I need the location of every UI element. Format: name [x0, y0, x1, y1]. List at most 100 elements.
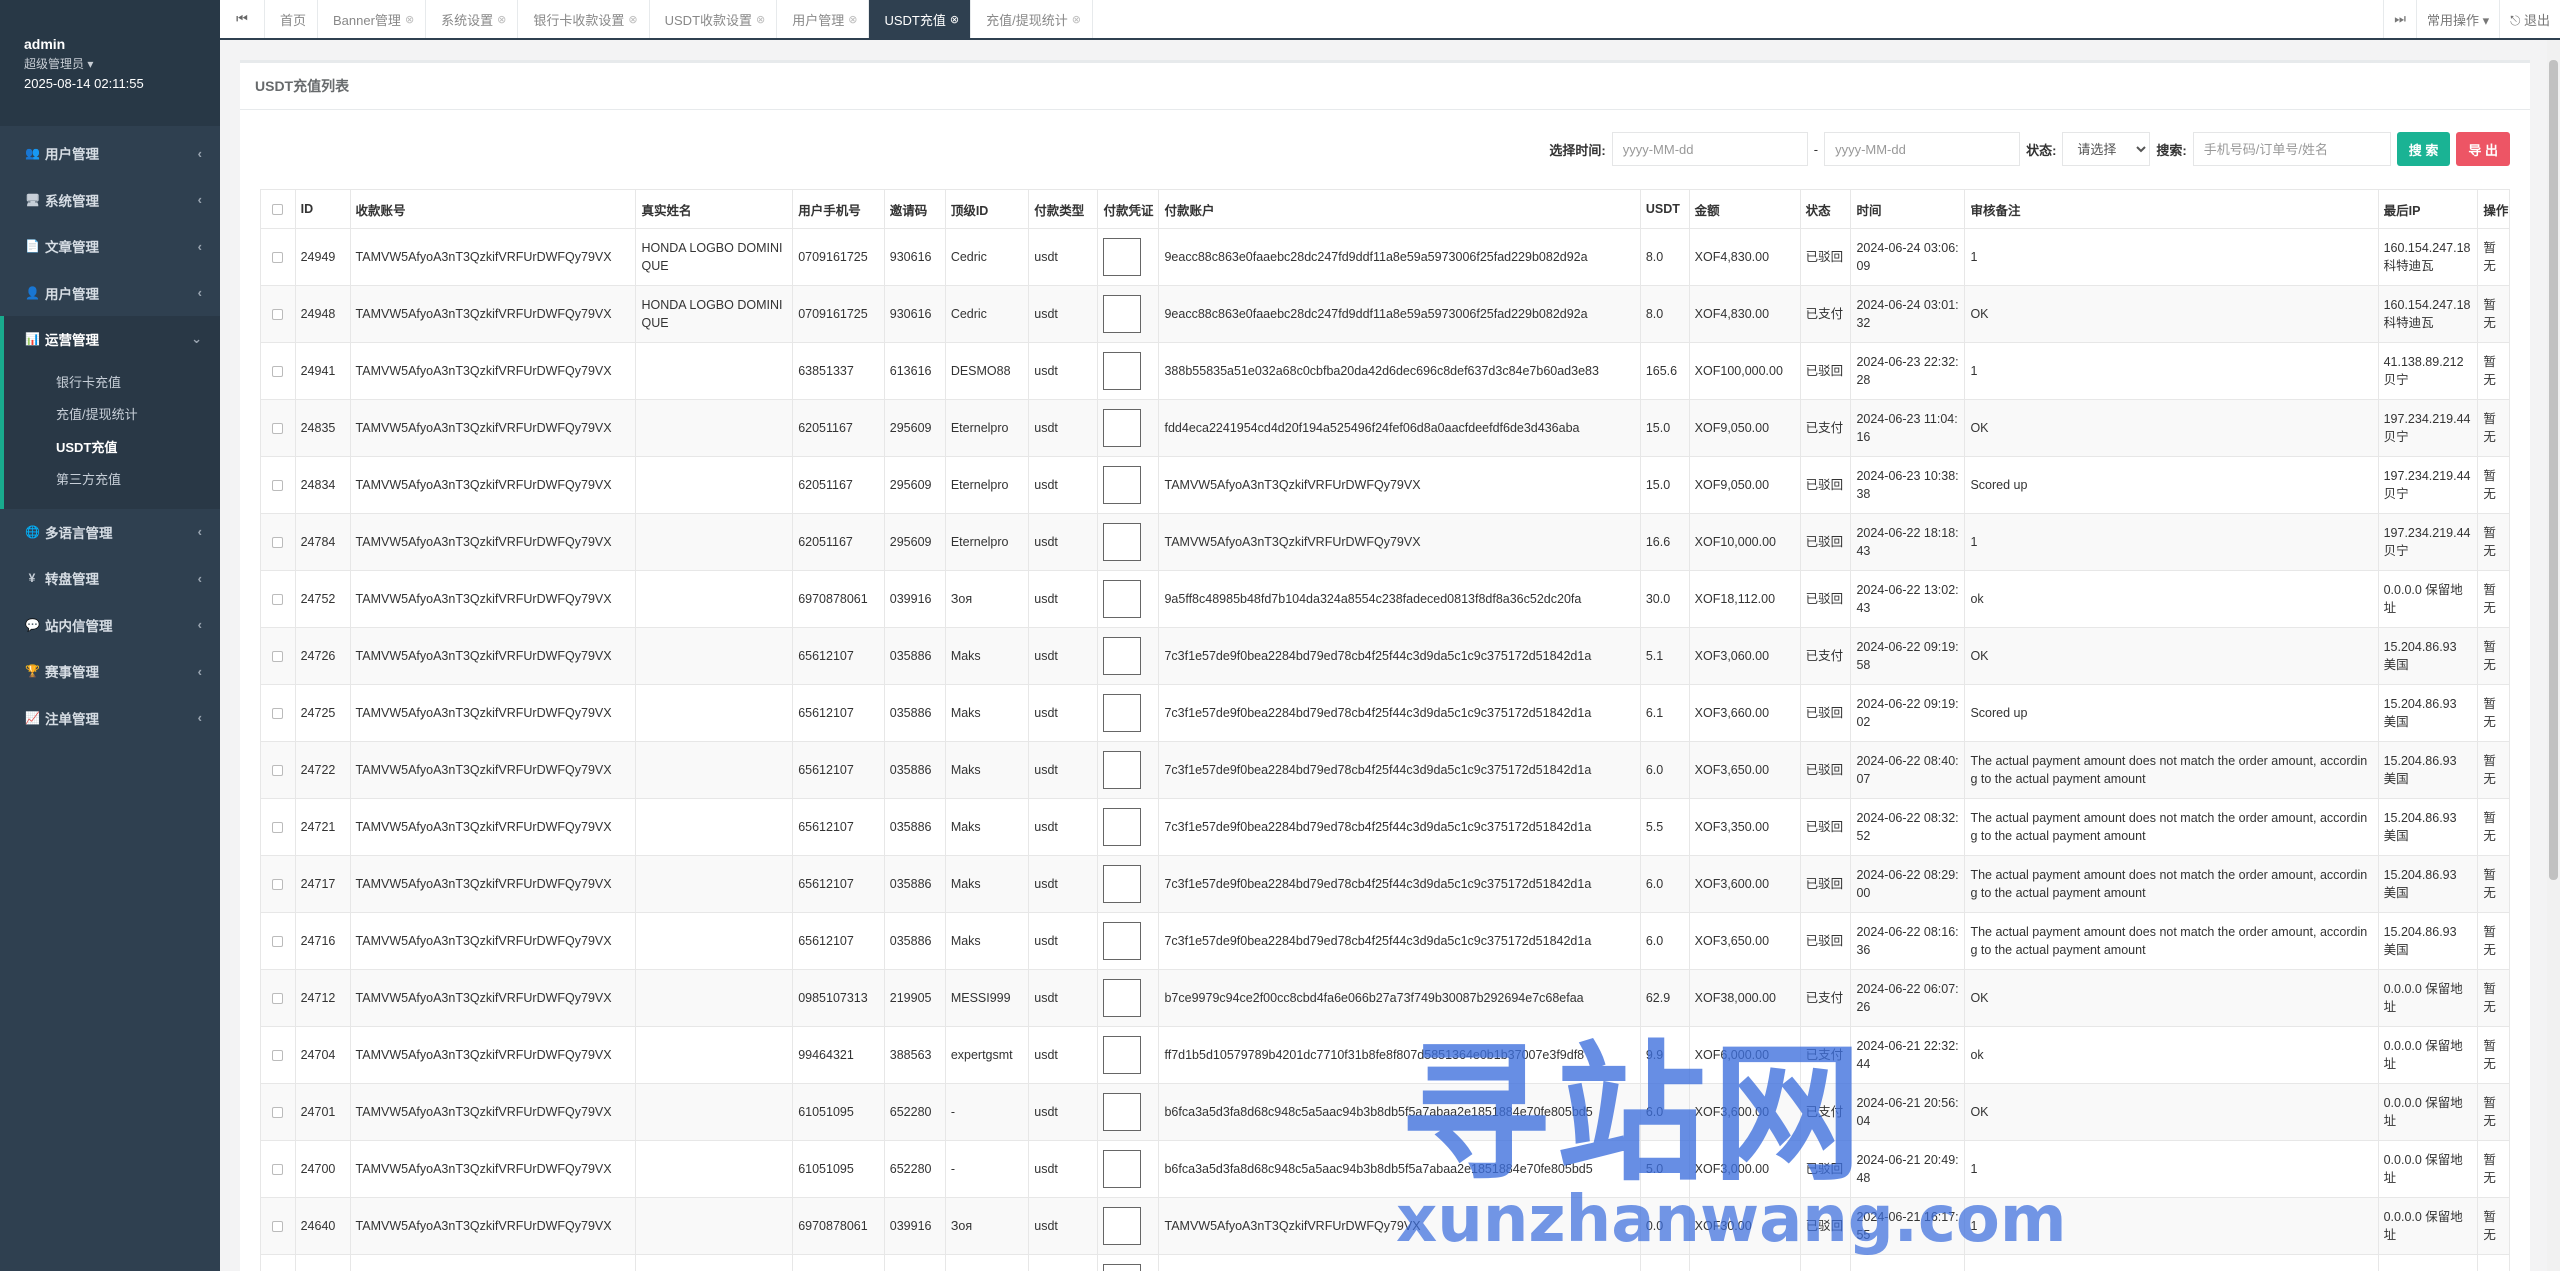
cell-op[interactable]: 暂无 [2477, 285, 2510, 343]
logout-button[interactable]: ⎋ 退出 [2499, 0, 2560, 38]
tab-2[interactable]: 系统设置 ⊗ [426, 0, 519, 38]
sidebar-item-8[interactable]: 🏆 赛事管理 ‹ [0, 648, 220, 695]
profile-name[interactable]: admin [24, 36, 196, 52]
payment-proof-image[interactable] [1103, 409, 1142, 447]
subnav-item[interactable]: 第三方充值 [4, 464, 220, 497]
select-all-checkbox[interactable] [272, 204, 284, 216]
sidebar-item-3[interactable]: 👤 用户管理 ‹ [0, 270, 220, 317]
cell-op[interactable]: 暂无 [2477, 741, 2510, 799]
cell-op[interactable]: 暂无 [2477, 228, 2510, 286]
sidebar-item-6[interactable]: ¥ 转盘管理 ‹ [0, 555, 220, 602]
tab-4[interactable]: USDT收款设置 ⊗ [650, 0, 778, 38]
row-checkbox[interactable] [272, 993, 284, 1005]
tab-3[interactable]: 银行卡收款设置 ⊗ [518, 0, 650, 38]
sidebar-item-1[interactable]: 🖥 系统管理 ‹ [0, 177, 220, 224]
profile-role-dropdown[interactable]: 超级管理员 ▾ [24, 55, 196, 72]
cell-op[interactable]: 暂 [2477, 1254, 2510, 1271]
search-button[interactable]: 搜 索 [2396, 132, 2451, 166]
row-checkbox[interactable] [272, 1107, 284, 1119]
payment-proof-image[interactable] [1103, 637, 1142, 675]
row-checkbox[interactable] [272, 1050, 284, 1062]
cell-op[interactable]: 暂无 [2477, 912, 2510, 970]
payment-proof-image[interactable] [1103, 523, 1142, 561]
cell-op[interactable]: 暂无 [2477, 969, 2510, 1027]
payment-proof-image[interactable] [1103, 1207, 1142, 1245]
row-checkbox[interactable] [272, 480, 284, 492]
cell-op[interactable]: 暂无 [2477, 798, 2510, 856]
payment-proof-image[interactable] [1103, 352, 1142, 390]
close-icon[interactable]: ⊗ [405, 13, 414, 26]
subnav-item[interactable]: 充值/提现统计 [4, 399, 220, 432]
close-icon[interactable]: ⊗ [497, 13, 506, 26]
column-header[interactable]: 金额 [1688, 189, 1801, 229]
end-date-input[interactable] [1824, 132, 2021, 166]
cell-op[interactable]: 暂无 [2477, 684, 2510, 742]
tab-5[interactable]: 用户管理 ⊗ [777, 0, 870, 38]
column-header[interactable] [260, 189, 296, 229]
cell-op[interactable]: 暂无 [2477, 399, 2510, 457]
row-checkbox[interactable] [272, 708, 284, 720]
scrollbar-thumb[interactable] [2549, 60, 2558, 880]
tabs-scroll-right-button[interactable]: ⏭ [2383, 0, 2416, 38]
payment-proof-image[interactable] [1103, 1093, 1142, 1131]
payment-proof-image[interactable] [1103, 865, 1142, 903]
payment-proof-image[interactable] [1103, 922, 1142, 960]
tab-7[interactable]: 充值/提现统计 ⊗ [971, 0, 1093, 38]
row-checkbox[interactable] [272, 651, 284, 663]
close-icon[interactable]: ⊗ [848, 13, 857, 26]
close-icon[interactable]: ⊗ [1072, 13, 1081, 26]
row-checkbox[interactable] [272, 423, 284, 435]
payment-proof-image[interactable] [1103, 1036, 1142, 1074]
row-checkbox[interactable] [272, 765, 284, 777]
start-date-input[interactable] [1611, 132, 1808, 166]
payment-proof-image[interactable] [1103, 751, 1142, 789]
cell-op[interactable]: 暂无 [2477, 456, 2510, 514]
cell-op[interactable]: 暂无 [2477, 1140, 2510, 1198]
cell-op[interactable]: 暂无 [2477, 1197, 2510, 1255]
tab-1[interactable]: Banner管理 ⊗ [318, 0, 427, 38]
sidebar-item-9[interactable]: 📈 注单管理 ‹ [0, 695, 220, 742]
sidebar-item-7[interactable]: 💬 站内信管理 ‹ [0, 602, 220, 649]
row-checkbox[interactable] [272, 594, 284, 606]
cell-op[interactable]: 暂无 [2477, 627, 2510, 685]
row-checkbox[interactable] [272, 252, 284, 264]
close-icon[interactable]: ⊗ [628, 13, 637, 26]
subnav-item[interactable]: USDT充值 [4, 432, 220, 465]
payment-proof-image[interactable] [1103, 1264, 1142, 1271]
row-checkbox[interactable] [272, 879, 284, 891]
payment-proof-image[interactable] [1103, 238, 1142, 276]
sidebar-item-4[interactable]: 📊 运营管理 ⌄ [0, 316, 220, 363]
payment-proof-image[interactable] [1103, 1150, 1142, 1188]
tabs-scroll-left-button[interactable]: ⏮ [220, 0, 265, 38]
close-icon[interactable]: ⊗ [756, 13, 765, 26]
row-checkbox[interactable] [272, 936, 284, 948]
payment-proof-image[interactable] [1103, 295, 1142, 333]
common-ops-dropdown[interactable]: 常用操作 ▾ [2415, 0, 2499, 38]
row-checkbox[interactable] [272, 366, 284, 378]
cell-op[interactable]: 暂无 [2477, 1026, 2510, 1084]
cell-op[interactable]: 暂无 [2477, 855, 2510, 913]
close-icon[interactable]: ⊗ [950, 13, 959, 26]
sidebar-item-5[interactable]: 🌐 多语言管理 ‹ [0, 509, 220, 556]
tab-0[interactable]: 首页 [265, 0, 319, 38]
payment-proof-image[interactable] [1103, 808, 1142, 846]
tab-6[interactable]: USDT充值 ⊗ [869, 0, 972, 38]
payment-proof-image[interactable] [1103, 466, 1142, 504]
cell-op[interactable]: 暂无 [2477, 513, 2510, 571]
cell-op[interactable]: 暂无 [2477, 342, 2510, 400]
cell-op[interactable]: 暂无 [2477, 570, 2510, 628]
row-checkbox[interactable] [272, 309, 284, 321]
payment-proof-image[interactable] [1103, 979, 1142, 1017]
row-checkbox[interactable] [272, 1164, 284, 1176]
sidebar-item-0[interactable]: 👥 用户管理 ‹ [0, 130, 220, 177]
status-select[interactable]: 请选择 [2062, 132, 2151, 166]
payment-proof-image[interactable] [1103, 694, 1142, 732]
cell-op[interactable]: 暂无 [2477, 1083, 2510, 1141]
row-checkbox[interactable] [272, 537, 284, 549]
row-checkbox[interactable] [272, 822, 284, 834]
subnav-item[interactable]: 银行卡充值 [4, 367, 220, 400]
search-input[interactable] [2192, 132, 2391, 166]
payment-proof-image[interactable] [1103, 580, 1142, 618]
sidebar-item-2[interactable]: 📄 文章管理 ‹ [0, 223, 220, 270]
page-scrollbar[interactable] [2547, 40, 2560, 1271]
